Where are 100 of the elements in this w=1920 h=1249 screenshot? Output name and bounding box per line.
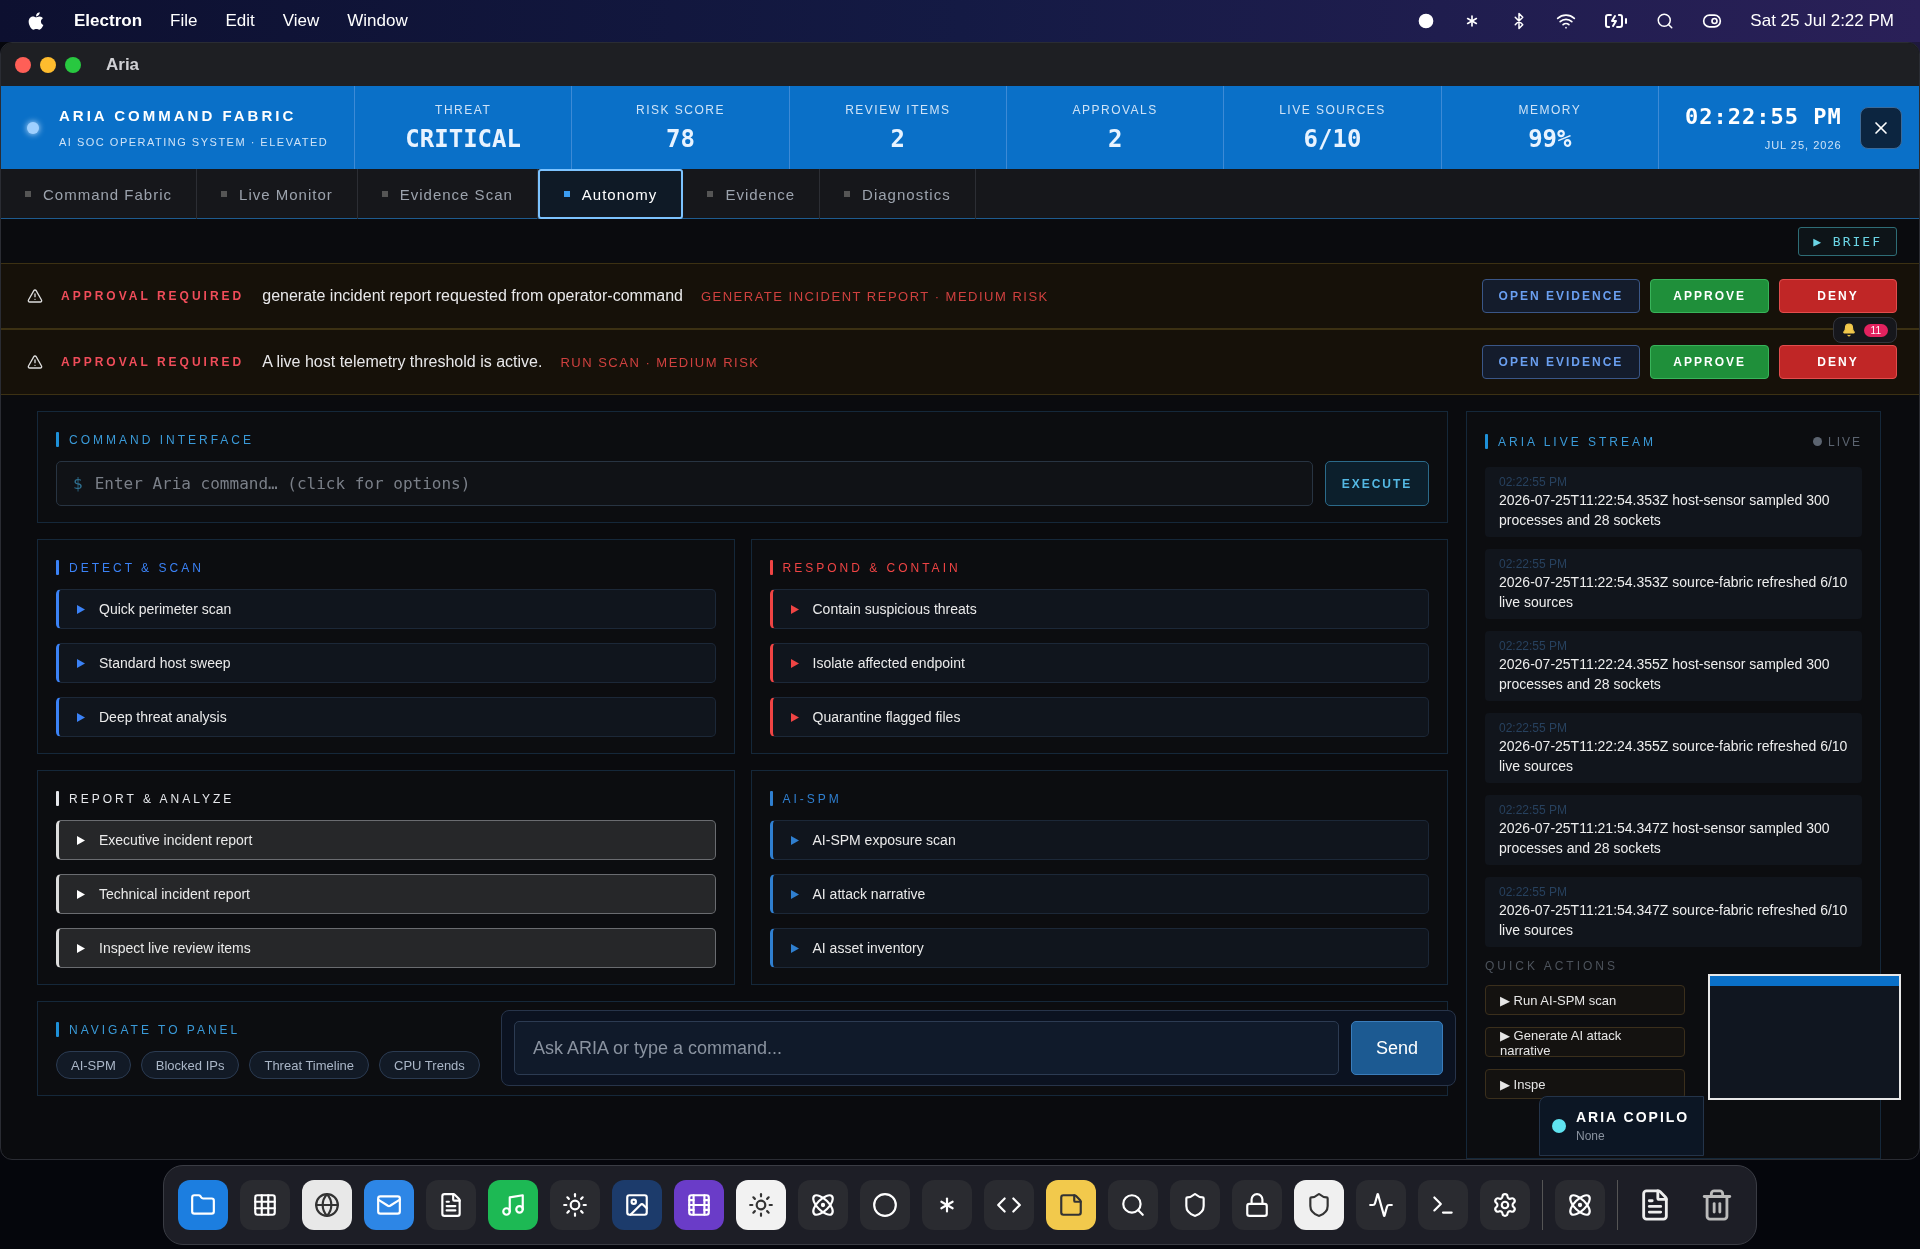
action-item[interactable]: Quarantine flagged files (769, 697, 1429, 737)
action-item[interactable]: Deep threat analysis (56, 697, 716, 737)
dock-app-icon[interactable] (860, 1179, 910, 1230)
quick-action-button[interactable]: ▶ Inspe (1485, 1069, 1685, 1099)
brand-subtitle: AI SOC OPERATING SYSTEM · ELEVATED (59, 136, 329, 148)
open-evidence-button[interactable]: OPEN EVIDENCE (1481, 345, 1641, 379)
action-item[interactable]: AI asset inventory (769, 928, 1429, 968)
entry-text: 2026-07-25T11:22:24.355Z source-fabric refreshed 6/10 live sources (1499, 738, 1848, 774)
tab[interactable]: Evidence Scan (357, 169, 538, 219)
close-window-button[interactable] (15, 56, 31, 73)
panel-chip[interactable]: Blocked IPs (140, 1051, 240, 1079)
menu-app-name[interactable]: Electron (74, 11, 143, 31)
dock-app-icon[interactable] (488, 1179, 538, 1230)
approve-button[interactable]: APPROVE (1650, 345, 1769, 379)
entry-time: 02:22:55 PM (1499, 556, 1569, 572)
search-icon[interactable] (1656, 12, 1675, 30)
approve-button[interactable]: APPROVE (1650, 279, 1769, 313)
play-triangle-icon (790, 604, 799, 614)
action-item[interactable]: Executive incident report (56, 820, 716, 860)
tab[interactable]: Evidence (683, 169, 821, 219)
menu-item[interactable]: View (282, 11, 320, 31)
approval-tag: APPROVAL REQUIRED (61, 289, 245, 303)
tab[interactable]: Live Monitor (197, 169, 358, 219)
approval-detail: GENERATE INCIDENT REPORT · MEDIUM RISK (700, 288, 1049, 304)
warning-icon (27, 288, 43, 304)
dock-app-icon[interactable] (302, 1179, 352, 1230)
action-item[interactable]: Contain suspicious threats (769, 589, 1429, 629)
menu-bar-clock[interactable]: Sat 25 Jul 2:22 PM (1750, 11, 1894, 31)
dock-app-icon[interactable] (984, 1179, 1034, 1230)
circle-status-icon[interactable] (1418, 13, 1435, 29)
stat-value: 2 (890, 124, 906, 153)
dock-app-icon[interactable] (364, 1179, 414, 1230)
entry-time: 02:22:55 PM (1499, 474, 1569, 490)
action-item[interactable]: Quick perimeter scan (56, 589, 716, 629)
panel-chip[interactable]: AI-SPM (56, 1051, 131, 1079)
deny-button[interactable]: DENY (1779, 345, 1897, 379)
panel-chip[interactable]: CPU Trends (379, 1051, 480, 1079)
entry-text: 2026-07-25T11:22:24.355Z host-sensor sampled 300 processes and 28 sockets (1499, 656, 1830, 692)
screenshot-thumbnail[interactable] (1708, 974, 1901, 1100)
dock-app-icon[interactable] (612, 1179, 662, 1230)
tab[interactable]: Diagnostics (820, 169, 976, 219)
dock-app-icon[interactable] (1046, 1179, 1096, 1230)
menu-item[interactable]: Edit (225, 11, 255, 31)
dock-app-icon[interactable] (1418, 1179, 1468, 1230)
notification-badge[interactable]: 11 (1832, 317, 1897, 343)
play-triangle-icon (790, 658, 799, 668)
send-button[interactable]: Send (1351, 1021, 1443, 1075)
entry-text: 2026-07-25T11:22:54.353Z host-sensor sampled 300 processes and 28 sockets (1499, 492, 1830, 528)
dock-app-icon[interactable] (550, 1179, 600, 1230)
stat-label: LIVE SOURCES (1279, 102, 1386, 117)
stat-label: MEMORY (1518, 102, 1582, 117)
panel-chip[interactable]: Threat Timeline (249, 1051, 370, 1079)
zoom-window-button[interactable] (65, 56, 81, 73)
wifi-icon[interactable] (1556, 11, 1577, 31)
menu-item[interactable]: Window (347, 11, 408, 31)
approval-detail: RUN SCAN · MEDIUM RISK (560, 354, 760, 370)
dock-app-icon[interactable] (1294, 1179, 1344, 1230)
status-dot-icon (1552, 1119, 1566, 1133)
play-triangle-icon (77, 712, 85, 722)
tab[interactable]: Autonomy (537, 169, 684, 219)
command-input-field[interactable]: Enter Aria command… (click for options) (92, 473, 1296, 494)
play-triangle-icon (77, 604, 85, 614)
quick-action-button[interactable]: ▶ Run AI-SPM scan (1485, 985, 1685, 1015)
action-item[interactable]: AI-SPM exposure scan (769, 820, 1429, 860)
dock-app-icon[interactable] (1356, 1179, 1406, 1230)
dock-app-icon[interactable] (1555, 1179, 1605, 1230)
menu-item[interactable]: File (170, 11, 198, 31)
dock-app-icon[interactable] (922, 1179, 972, 1230)
brief-button[interactable]: ▶ BRIEF (1798, 226, 1897, 256)
stat-value: CRITICAL (405, 124, 521, 153)
copilot-widget[interactable]: ARIA COPILO None (1539, 1096, 1704, 1156)
approval-tag: APPROVAL REQUIRED (61, 355, 245, 369)
control-center-icon[interactable] (1702, 11, 1723, 31)
dock-app-icon[interactable] (426, 1179, 476, 1230)
action-item[interactable]: AI attack narrative (769, 874, 1429, 914)
dock-app-icon[interactable] (736, 1179, 786, 1230)
stat-label: APPROVALS (1072, 102, 1158, 117)
brand-name: ARIA COMMAND FABRIC (59, 107, 298, 124)
dock-app-icon[interactable] (240, 1179, 290, 1230)
close-button[interactable] (1859, 106, 1902, 149)
apple-logo-icon[interactable] (26, 11, 46, 31)
dock-app-icon[interactable] (1232, 1179, 1282, 1230)
deny-button[interactable]: DENY (1779, 279, 1897, 313)
execute-button[interactable]: EXECUTE (1325, 461, 1429, 506)
quick-action-button[interactable]: ▶ Generate AI attack narrative (1485, 1027, 1685, 1057)
action-item[interactable]: Isolate affected endpoint (769, 643, 1429, 683)
tab[interactable]: Command Fabric (1, 169, 198, 219)
chat-input-field[interactable]: Ask ARIA or type a command... (514, 1021, 1339, 1075)
dock-app-icon[interactable] (1480, 1179, 1530, 1230)
dock-app-icon[interactable] (1170, 1179, 1220, 1230)
dock-app-icon[interactable] (798, 1179, 848, 1230)
dock-app-icon[interactable] (1108, 1179, 1158, 1230)
prompt-symbol: $ (73, 474, 83, 493)
dock-app-icon[interactable] (674, 1179, 724, 1230)
open-evidence-button[interactable]: OPEN EVIDENCE (1481, 279, 1641, 313)
dock-app-icon[interactable] (178, 1179, 228, 1230)
action-item[interactable]: Standard host sweep (56, 643, 716, 683)
action-item[interactable]: Inspect live review items (56, 928, 716, 968)
action-item[interactable]: Technical incident report (56, 874, 716, 914)
minimize-window-button[interactable] (40, 56, 56, 73)
